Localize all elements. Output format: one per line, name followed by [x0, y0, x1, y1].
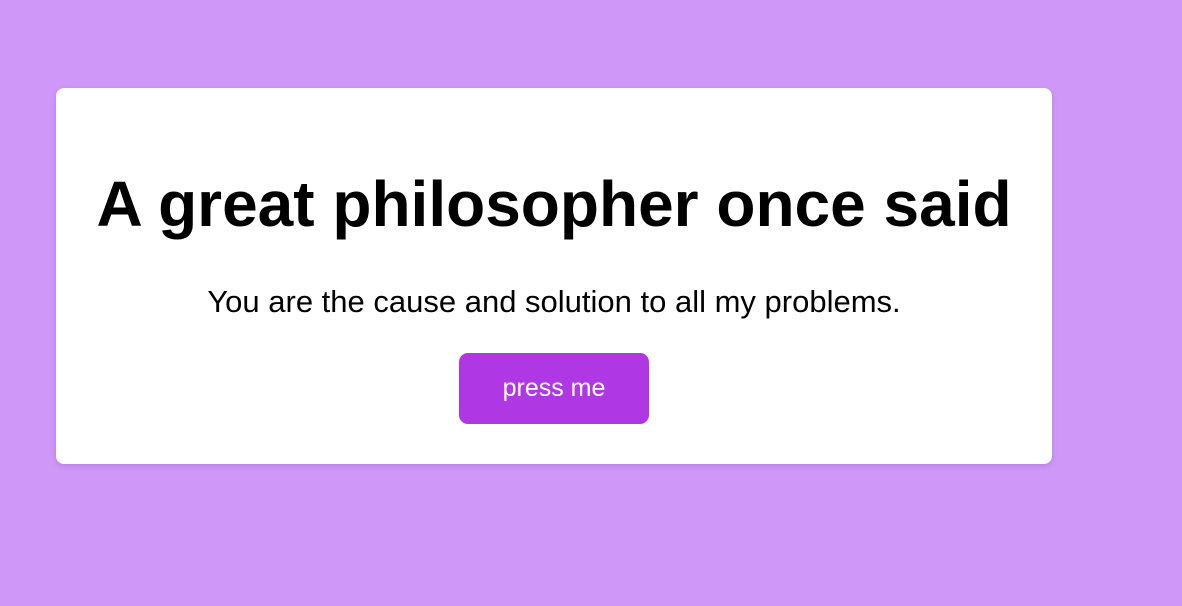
quote-text: You are the cause and solution to all my… — [207, 284, 901, 319]
quote-card: A great philosopher once said You are th… — [56, 88, 1052, 464]
press-me-button[interactable]: press me — [459, 353, 649, 424]
card-title: A great philosopher once said — [96, 168, 1012, 240]
